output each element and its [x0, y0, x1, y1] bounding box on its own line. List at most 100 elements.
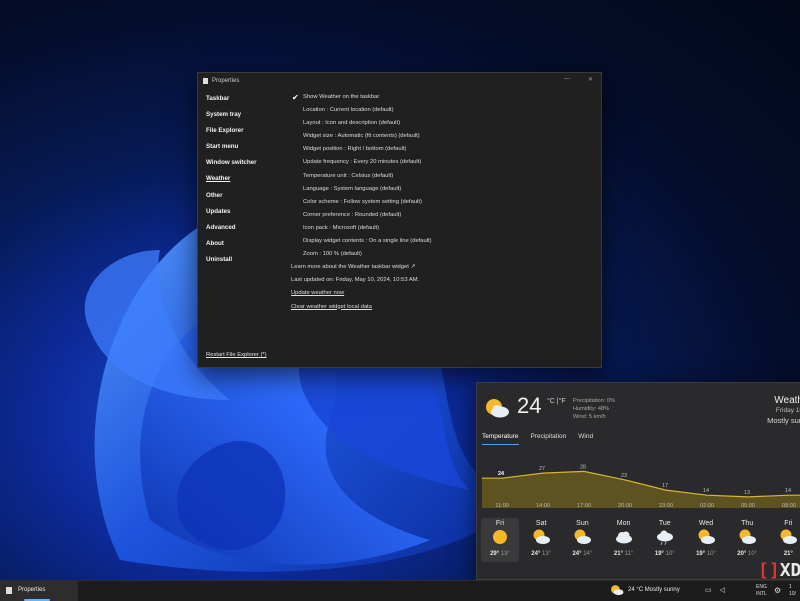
update-weather-now-link[interactable]: Update weather now [291, 287, 591, 300]
day-card[interactable]: Thu 20° 10° [728, 518, 766, 562]
weather-settings-panel: ✔ Show Weather on the taskbar Location : … [291, 91, 591, 314]
keyboard-layout: INTL [756, 591, 767, 597]
sidebar-item-about[interactable]: About [206, 236, 286, 252]
option-color-scheme[interactable]: Color scheme : Follow system setting (de… [291, 196, 591, 209]
partly-sunny-icon [739, 529, 757, 544]
day-temperatures: 24° 14° [572, 551, 593, 557]
day-card[interactable]: Mon 21° 11° [605, 518, 643, 562]
sidebar-item-taskbar[interactable]: Taskbar [206, 91, 286, 107]
clock[interactable]: 1 10/ [789, 584, 796, 598]
day-name: Mon [616, 520, 631, 527]
option-zoom[interactable]: Zoom : 100 % (default) [291, 248, 591, 261]
taskbar-app-properties[interactable]: Properties [0, 581, 78, 601]
temperature-label: 14 [785, 488, 791, 494]
sidebar-item-advanced[interactable]: Advanced [206, 220, 286, 236]
partly-sunny-icon [533, 529, 551, 544]
partly-sunny-icon [698, 529, 715, 544]
sidebar-item-system-tray[interactable]: System tray [206, 107, 286, 123]
xda-logo-text: XDA [779, 560, 800, 581]
day-card[interactable]: Sat 24° 13° [522, 518, 560, 562]
temperature-label: 24 [498, 471, 505, 477]
sidebar-item-weather[interactable]: Weather [206, 171, 286, 187]
sun-icon [493, 530, 507, 544]
weather-condition: Mostly sun [767, 416, 800, 425]
time-tick: 05:00 [741, 503, 755, 509]
battery-icon[interactable]: ▭ [705, 586, 712, 594]
time-tick: 23:00 [659, 503, 673, 509]
taskbar: Properties 24 °C Mostly sunny ▭ ◁ ENG IN… [0, 580, 800, 601]
learn-more-link[interactable]: Learn more about the Weather taskbar wid… [291, 261, 591, 274]
option-update-frequency[interactable]: Update frequency : Every 20 minutes (def… [291, 156, 591, 169]
close-icon[interactable]: ✕ [588, 76, 593, 83]
partly-sunny-icon [486, 399, 509, 418]
gear-icon[interactable]: ⚙ [774, 586, 781, 595]
day-card[interactable]: Fri 29° 13° [481, 518, 519, 562]
option-icon-pack[interactable]: Icon pack : Microsoft (default) [291, 222, 591, 235]
option-display-contents[interactable]: Display widget contents : On a single li… [291, 235, 591, 248]
window-titlebar[interactable]: Properties — ✕ [198, 73, 601, 89]
minimize-icon[interactable]: — [564, 76, 570, 83]
day-temperatures: 21° [783, 551, 793, 557]
day-card[interactable]: Sun 24° 14° [563, 518, 601, 562]
window-title: Properties [212, 78, 240, 84]
day-card[interactable]: Fri 21° [769, 518, 800, 562]
partly-sunny-icon [574, 529, 592, 544]
temperature-label: 28 [580, 464, 586, 470]
volume-icon[interactable]: ◁ [720, 586, 725, 594]
cloud-icon [615, 531, 632, 544]
temperature-unit-toggle[interactable]: °C |°F [547, 398, 566, 405]
taskbar-weather-widget[interactable]: 24 °C Mostly sunny [610, 584, 680, 596]
restart-explorer-link[interactable]: Restart File Explorer (*) [206, 352, 267, 358]
clock-date: 10/ [789, 591, 796, 597]
tab-temperature[interactable]: Temperature [482, 433, 519, 445]
rain-icon [656, 530, 673, 546]
clear-weather-data-link[interactable]: Clear weather widget local data [291, 301, 591, 314]
last-updated-text: Last updated on: Friday, May 10, 2024, 1… [291, 277, 420, 284]
day-temperatures: 19° 10° [696, 551, 716, 557]
weather-flyout: 24 °C |°F Precipitation: 0% Humidity: 48… [476, 382, 800, 580]
taskbar-weather-text: 24 °C Mostly sunny [628, 587, 680, 593]
sidebar-item-other[interactable]: Other [206, 188, 286, 204]
sidebar-item-window-switcher[interactable]: Window switcher [206, 155, 286, 171]
current-temperature: 24 [517, 393, 542, 418]
day-temperatures: 24° 13° [531, 551, 552, 557]
temperature-chart: 24 27 28 23 17 14 13 14 [482, 464, 800, 508]
option-layout[interactable]: Layout : Icon and description (default) [291, 117, 591, 130]
tab-precipitation[interactable]: Precipitation [531, 433, 567, 445]
sidebar-item-file-explorer[interactable]: File Explorer [206, 123, 286, 139]
tab-wind[interactable]: Wind [578, 433, 593, 445]
day-name: Tue [658, 520, 671, 527]
weather-tabs: Temperature Precipitation Wind [482, 433, 593, 445]
sidebar-item-updates[interactable]: Updates [206, 204, 286, 220]
day-name: Wed [698, 520, 714, 527]
sidebar-item-start-menu[interactable]: Start menu [206, 139, 286, 155]
sidebar-nav: Taskbar System tray File Explorer Start … [206, 91, 286, 268]
day-temperatures: 21° 11° [613, 551, 634, 557]
language-code: ENG [756, 584, 767, 590]
time-tick: 11:00 [495, 503, 509, 509]
weather-day: Friday 10 [775, 407, 800, 414]
day-temperatures: 20° 10° [737, 551, 758, 557]
time-tick: 02:00 [700, 503, 714, 509]
option-temperature-unit[interactable]: Temperature unit : Celsius (default) [291, 170, 591, 183]
sidebar-item-uninstall[interactable]: Uninstall [206, 252, 286, 268]
show-weather-checkbox[interactable]: ✔ Show Weather on the taskbar [291, 91, 591, 104]
precipitation-text: Precipitation: 0% [573, 398, 615, 404]
properties-window: Properties — ✕ Taskbar System tray File … [197, 72, 602, 368]
option-language[interactable]: Language : System language (default) [291, 183, 591, 196]
day-name: Sat [535, 520, 547, 527]
day-card[interactable]: Wed 19° 10° [687, 518, 725, 562]
day-name: Fri [784, 520, 793, 527]
option-widget-size[interactable]: Widget size : Automatic (fit contents) (… [291, 130, 591, 143]
language-indicator[interactable]: ENG INTL [756, 584, 767, 598]
day-name: Sun [576, 520, 589, 527]
daily-forecast: Fri 29° 13° Sat 24° 13° Sun 24° 14° Mon 21° 11°… [481, 518, 800, 563]
option-corner-preference[interactable]: Corner preference : Rounded (default) [291, 209, 591, 222]
option-location[interactable]: Location : Current location (default) [291, 104, 591, 117]
wind-text: Wind: 5 km/h [573, 414, 606, 420]
day-temperatures: 29° 13° [490, 551, 510, 557]
time-tick: 14:00 [536, 503, 550, 509]
option-widget-position[interactable]: Widget position : Right / bottom (defaul… [291, 143, 591, 156]
day-card[interactable]: Tue 19° 10° [646, 518, 684, 562]
taskbar-app-label: Properties [18, 587, 46, 593]
